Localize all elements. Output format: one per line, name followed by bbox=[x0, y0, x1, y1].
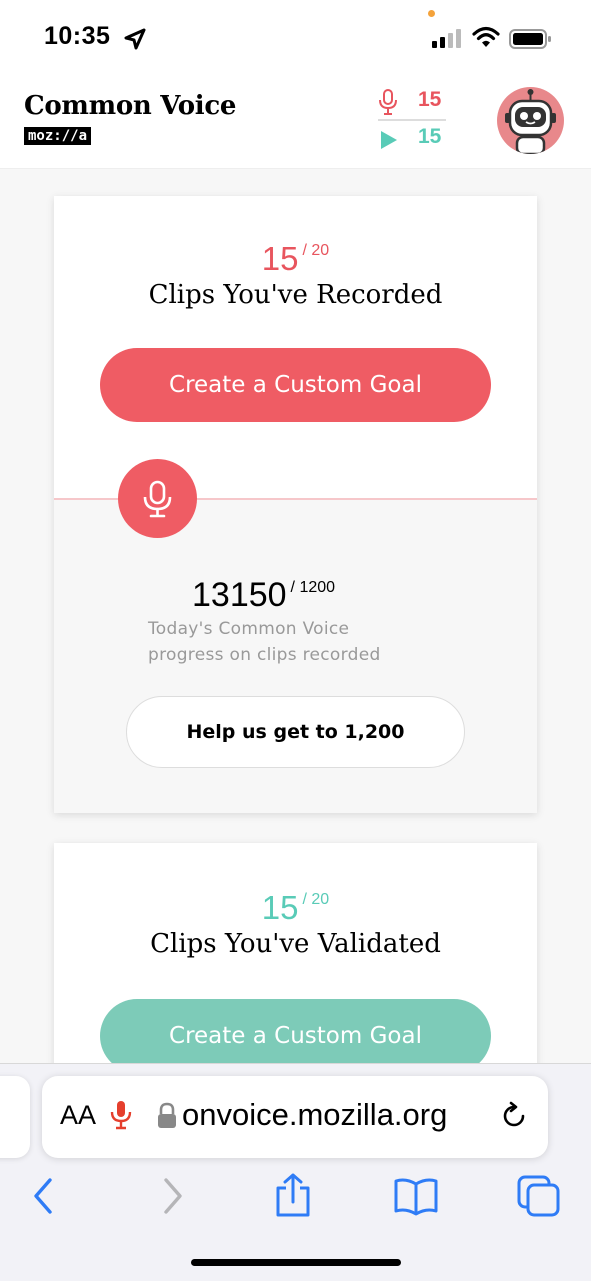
signal-icon bbox=[432, 29, 461, 48]
validated-count: 15 bbox=[418, 125, 442, 148]
url-text[interactable]: onvoice.mozilla.org bbox=[182, 1097, 447, 1133]
play-icon bbox=[381, 131, 397, 149]
recorded-goal-total: / 20 bbox=[302, 242, 330, 259]
robot-avatar[interactable] bbox=[497, 87, 564, 154]
validated-goal-label: Clips You've Validated bbox=[150, 929, 441, 959]
browser-toolbar: AA onvoice.mozilla.org bbox=[0, 1063, 591, 1281]
reload-icon[interactable] bbox=[498, 1100, 530, 1132]
status-time: 10:35 bbox=[44, 22, 111, 50]
lock-icon bbox=[158, 1102, 176, 1128]
microphone-icon bbox=[110, 1101, 132, 1130]
share-icon[interactable] bbox=[273, 1172, 313, 1218]
record-mic-badge bbox=[118, 459, 197, 538]
daily-progress-value: 13150 bbox=[192, 576, 287, 614]
daily-progress-description: Today's Common Voice progress on clips r… bbox=[148, 619, 381, 665]
bookmarks-icon[interactable] bbox=[392, 1176, 440, 1216]
privacy-indicator-dot bbox=[428, 10, 435, 17]
daily-progress-count: 13150/ 1200 bbox=[192, 576, 335, 615]
previous-tab-preview[interactable] bbox=[0, 1076, 30, 1158]
status-bar: 10:35 bbox=[0, 0, 591, 75]
microphone-icon bbox=[379, 89, 397, 115]
site-header: Common Voice moz://a 15 15 bbox=[0, 75, 591, 169]
validated-goal-progress: 15/ 20 bbox=[54, 889, 537, 927]
brand-title[interactable]: Common Voice bbox=[24, 91, 236, 121]
recorded-goal-card: 15/ 20 Clips You've Recorded Create a Cu… bbox=[54, 196, 537, 813]
validated-goal-value: 15 bbox=[261, 889, 299, 926]
tabs-icon[interactable] bbox=[516, 1174, 562, 1218]
help-us-button[interactable]: Help us get to 1,200 bbox=[126, 696, 465, 768]
forward-icon[interactable] bbox=[158, 1176, 186, 1216]
battery-icon bbox=[509, 29, 551, 49]
recorded-goal-label: Clips You've Recorded bbox=[148, 280, 443, 310]
location-arrow-icon bbox=[124, 28, 146, 50]
microphone-icon bbox=[143, 480, 172, 518]
recorded-count: 15 bbox=[418, 88, 442, 111]
home-indicator bbox=[191, 1259, 401, 1266]
mozilla-logo[interactable]: moz://a bbox=[24, 127, 92, 145]
daily-progress-total: / 1200 bbox=[290, 579, 336, 596]
recorded-goal-progress: 15/ 20 bbox=[54, 240, 537, 278]
create-custom-goal-button-validate[interactable]: Create a Custom Goal bbox=[100, 999, 491, 1073]
back-icon[interactable] bbox=[30, 1176, 58, 1216]
stats-divider bbox=[378, 119, 446, 121]
recorded-goal-value: 15 bbox=[261, 240, 299, 277]
address-bar[interactable]: AA onvoice.mozilla.org bbox=[42, 1076, 548, 1158]
reader-options-button[interactable]: AA bbox=[60, 1100, 96, 1131]
validated-goal-total: / 20 bbox=[302, 891, 330, 908]
wifi-icon bbox=[472, 26, 500, 47]
create-custom-goal-button[interactable]: Create a Custom Goal bbox=[100, 348, 491, 422]
